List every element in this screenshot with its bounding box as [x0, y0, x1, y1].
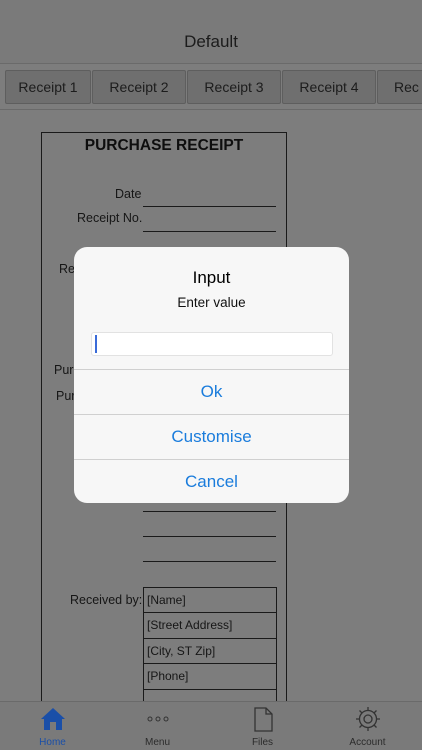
tab-receipt-4[interactable]: Receipt 4	[282, 70, 376, 104]
dialog-title: Input	[192, 268, 231, 287]
field-line	[143, 561, 276, 562]
tab-receipt-1[interactable]: Receipt 1	[5, 70, 91, 104]
bottom-tab-bar: Home Menu Files Account	[0, 701, 422, 750]
page-title: Default	[184, 32, 238, 51]
tab-files[interactable]: Files	[210, 702, 315, 750]
field-line	[143, 511, 276, 512]
partial-label-pur-2: Pur	[56, 389, 76, 403]
text-cursor	[95, 335, 97, 353]
tab-receipt-3[interactable]: Receipt 3	[187, 70, 281, 104]
tab-account[interactable]: Account	[315, 702, 420, 750]
tab-menu[interactable]: Menu	[105, 702, 210, 750]
address-city: [City, ST Zip]	[144, 639, 276, 665]
date-line	[143, 206, 276, 207]
ok-button[interactable]: Ok	[74, 369, 349, 413]
input-dialog: Input Enter value Ok Customise Cancel	[74, 247, 349, 503]
receipt-no-label: Receipt No.	[77, 211, 143, 225]
partial-label-re: Re	[59, 262, 75, 276]
file-icon	[254, 707, 273, 732]
tab-receipt-5[interactable]: Rec	[377, 70, 422, 104]
cancel-button[interactable]: Cancel	[74, 459, 349, 503]
receipt-tab-strip: Receipt 1 Receipt 2 Receipt 3 Receipt 4 …	[0, 66, 422, 110]
address-box: [Name] [Street Address] [City, ST Zip] […	[143, 587, 277, 712]
customise-button[interactable]: Customise	[74, 414, 349, 458]
value-input[interactable]	[91, 332, 333, 356]
home-icon	[41, 708, 65, 730]
address-phone: [Phone]	[144, 664, 276, 690]
more-dots-icon	[147, 716, 169, 722]
receipt-no-line	[143, 231, 276, 232]
receipt-title: PURCHASE RECEIPT	[84, 137, 244, 154]
received-by-label: Received by:	[70, 593, 143, 607]
tab-menu-label: Menu	[144, 737, 170, 748]
field-line	[143, 536, 276, 537]
tab-home-label: Home	[39, 737, 66, 748]
gear-icon	[356, 707, 380, 731]
tab-home[interactable]: Home	[0, 702, 105, 750]
date-label: Date	[115, 187, 142, 201]
tab-receipt-2[interactable]: Receipt 2	[92, 70, 186, 104]
address-name: [Name]	[144, 588, 276, 614]
tab-files-label: Files	[251, 737, 274, 748]
tab-account-label: Account	[349, 737, 386, 748]
nav-bar: Default	[0, 0, 422, 64]
address-street: [Street Address]	[144, 613, 276, 639]
dialog-message: Enter value	[177, 295, 246, 310]
partial-label-pur-1: Pur	[54, 363, 74, 377]
